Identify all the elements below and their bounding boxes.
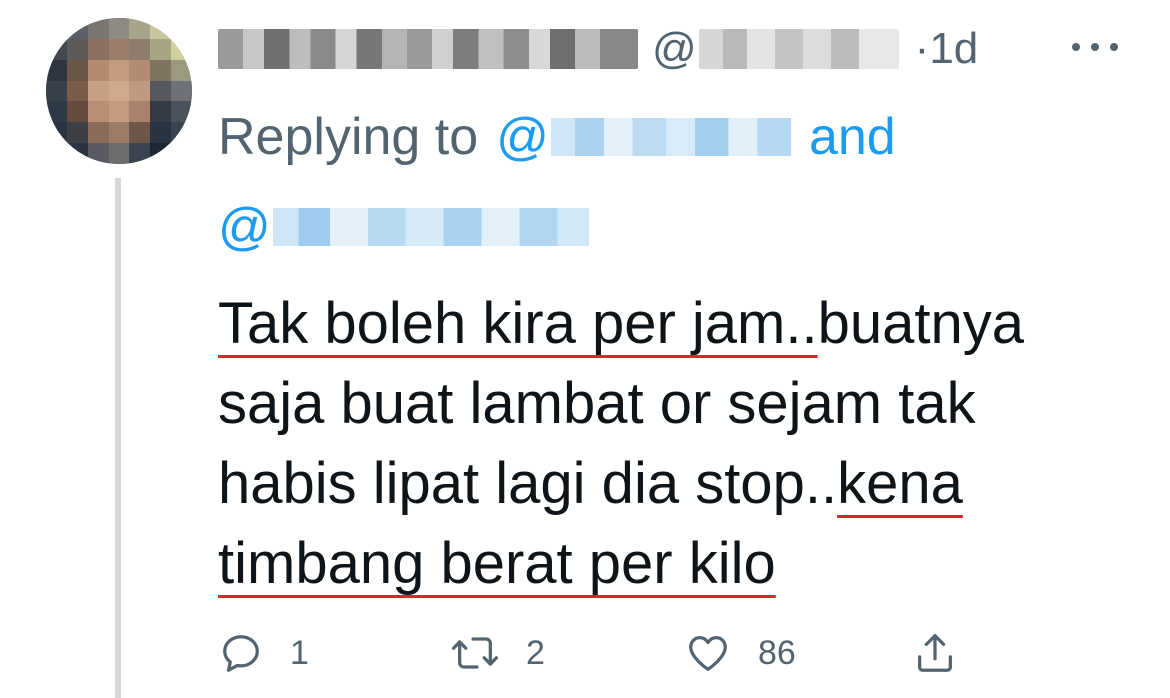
text-fragment: habis lipat lagi dia stop.. — [218, 451, 838, 516]
reply-button[interactable]: 1 — [218, 626, 309, 680]
display-name-redacted[interactable] — [218, 29, 638, 69]
share-icon — [918, 634, 952, 672]
handle-prefix: @ — [652, 24, 697, 73]
tweet-timestamp[interactable]: ·1d — [915, 24, 979, 74]
mention-link-1[interactable]: @ — [496, 104, 549, 170]
replying-to-label: Replying to — [218, 108, 479, 166]
tweet-text-line: Tak boleh kira per jam..buatnya — [218, 284, 1128, 364]
more-icon[interactable] — [1072, 32, 1118, 62]
tweet-header: @ ·1d — [218, 18, 978, 80]
reply-count: 1 — [290, 633, 309, 672]
like-button[interactable]: 86 — [684, 626, 796, 680]
share-button[interactable] — [912, 626, 958, 680]
underlined-phrase: kena — [837, 451, 963, 516]
tweet-actions: 1 2 86 — [218, 626, 978, 680]
thread-line — [115, 178, 121, 698]
underlined-phrase: timbang berat per kilo — [218, 531, 776, 596]
retweet-count: 2 — [526, 633, 545, 672]
avatar[interactable] — [46, 18, 192, 164]
tweet-text-line: habis lipat lagi dia stop..kena — [218, 444, 1128, 524]
replying-to-second: @ — [218, 194, 589, 260]
tweet-text-line: timbang berat per kilo — [218, 524, 1128, 604]
reply-icon — [223, 635, 259, 672]
mention-link-2[interactable]: @ — [218, 194, 271, 260]
text-fragment: buatnya — [817, 291, 1025, 356]
mention-redacted-1[interactable] — [550, 118, 791, 156]
retweet-icon — [451, 637, 499, 669]
replying-to: Replying to @ and — [218, 104, 896, 170]
retweet-button[interactable]: 2 — [450, 626, 545, 680]
replying-and[interactable]: and — [809, 104, 896, 170]
like-count: 86 — [758, 633, 796, 672]
tweet-text-line: saja buat lambat or sejam tak — [218, 371, 976, 436]
mention-redacted-2[interactable] — [272, 208, 589, 246]
tweet-text: Tak boleh kira per jam..buatnya saja bua… — [218, 284, 1128, 604]
handle-redacted[interactable] — [698, 29, 899, 69]
heart-icon — [689, 636, 727, 671]
tweet[interactable]: @ ·1d Replying to @ and @ Tak boleh kira… — [0, 0, 1170, 698]
underlined-phrase: Tak boleh kira per jam.. — [218, 291, 818, 356]
